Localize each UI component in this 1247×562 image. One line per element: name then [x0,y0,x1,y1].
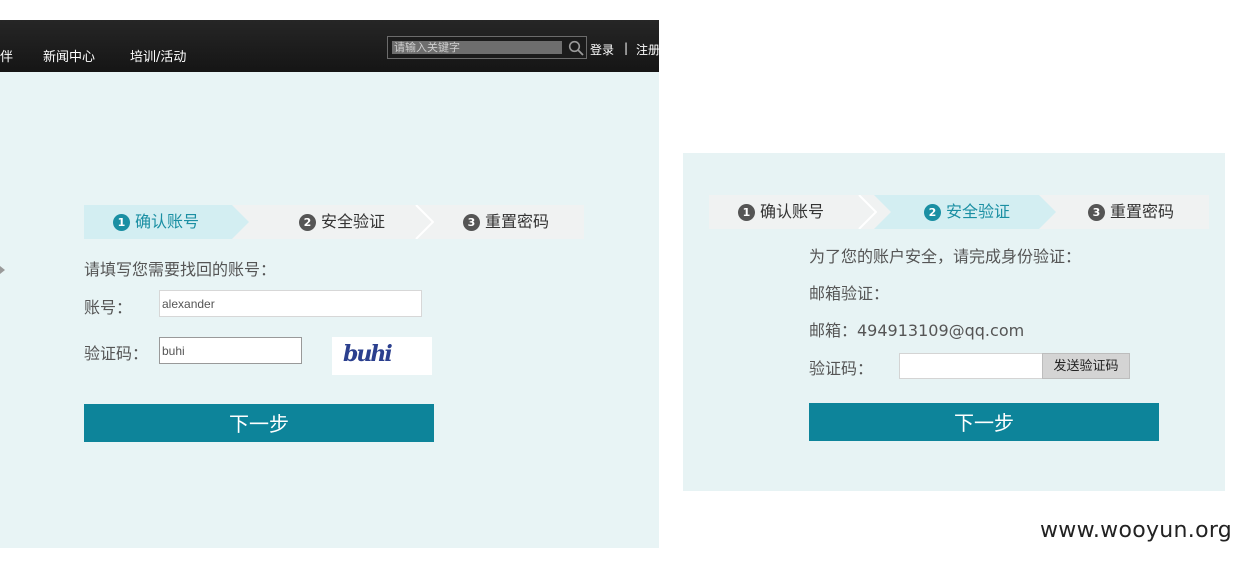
step-label: 确认账号 [135,212,200,231]
watermark-text: www.wooyun.org [1040,518,1233,543]
captcha-image-text: buhi [343,341,393,367]
nav-item-news-center[interactable]: 新闻中心 [43,46,95,65]
search-input[interactable] [392,41,562,54]
step-confirm-account: 1 确认账号 [738,195,824,229]
search-icon[interactable] [568,40,585,56]
progress-stepper: 1 确认账号 2 安全验证 3 重置密码 [709,195,1209,229]
next-step-button[interactable]: 下一步 [84,404,434,442]
step-label: 重置密码 [485,212,550,231]
account-label: 账号： [84,298,133,317]
email-address-text: 邮箱：494913109@qq.com [809,321,1025,340]
send-verification-code-button[interactable]: 发送验证码 [1042,353,1130,379]
step-security-verification: 2 安全验证 [924,195,1010,229]
step-reset-password: 3 重置密码 [1088,195,1174,229]
step-number-badge: 2 [924,204,941,221]
account-recovery-step1-screen: 伴 新闻中心 培训/活动 登录 | 注册 1 确认账号 2 安全验证 3 重置密码 请… [0,20,659,548]
step-number-badge: 1 [113,214,130,231]
next-step-button[interactable]: 下一步 [809,403,1159,441]
step-separator-chevron [858,195,877,229]
login-link[interactable]: 登录 [590,41,614,58]
verification-code-input[interactable] [899,353,1044,379]
auth-divider: | [624,41,629,55]
step-number-badge: 3 [463,214,480,231]
step-confirm-account: 1 确认账号 [113,205,199,239]
account-recovery-step2-screen: 1 确认账号 2 安全验证 3 重置密码 为了您的账户安全，请完成身份验证： 邮箱验证… [683,153,1225,491]
progress-stepper: 1 确认账号 2 安全验证 3 重置密码 [84,205,584,239]
chevron-right-icon [0,266,5,274]
verification-code-label: 验证码： [809,359,874,378]
search-box [387,36,587,59]
recovery-instruction: 请填写您需要找回的账号： [84,260,277,279]
step-separator-chevron [415,205,434,239]
step-label: 确认账号 [760,202,825,221]
step-reset-password: 3 重置密码 [463,205,549,239]
captcha-input[interactable] [159,337,302,364]
step-number-badge: 1 [738,204,755,221]
captcha-label: 验证码： [84,344,149,363]
step-label: 重置密码 [1110,202,1175,221]
step-label: 安全验证 [321,212,386,231]
step-label: 安全验证 [946,202,1011,221]
register-link[interactable]: 注册 [636,41,659,58]
nav-item-partner[interactable]: 伴 [0,46,13,65]
nav-item-training-events[interactable]: 培训/活动 [130,46,186,65]
step-security-verification: 2 安全验证 [299,205,385,239]
step-number-badge: 2 [299,214,316,231]
step-number-badge: 3 [1088,204,1105,221]
captcha-image[interactable]: buhi [332,337,432,375]
top-navigation-bar: 伴 新闻中心 培训/活动 登录 | 注册 [0,20,659,72]
verification-instruction: 为了您的账户安全，请完成身份验证： [809,247,1082,266]
account-input[interactable] [159,290,422,317]
email-verification-label: 邮箱验证： [809,284,890,303]
